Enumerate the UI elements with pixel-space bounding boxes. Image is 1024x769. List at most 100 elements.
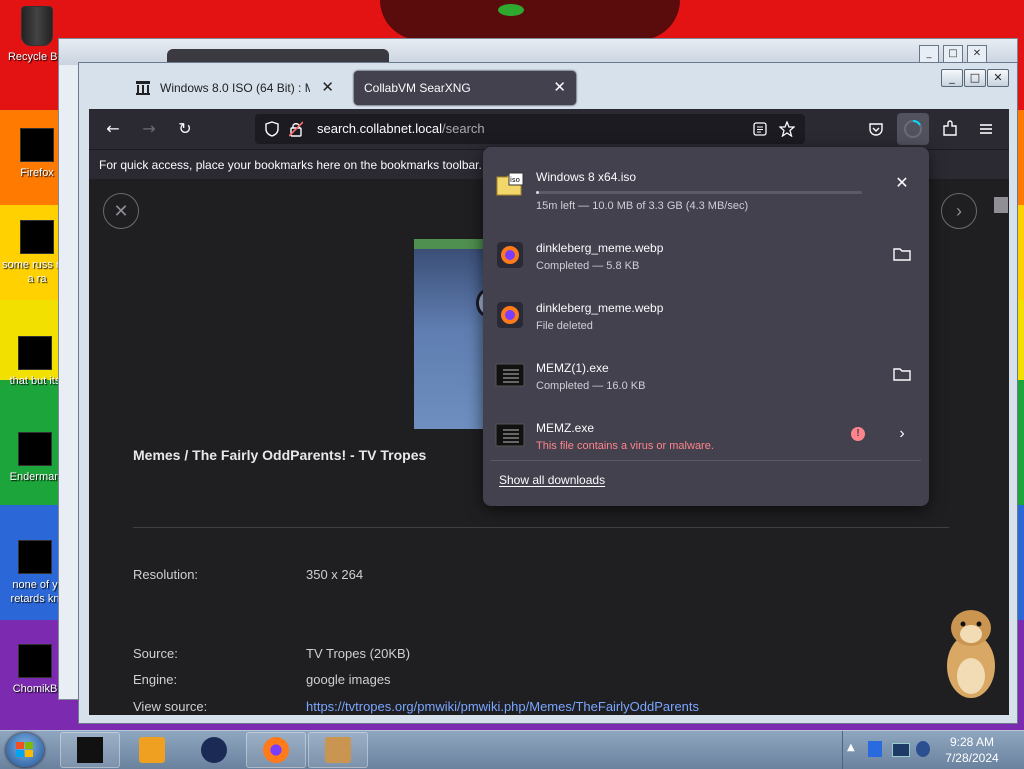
download-status: Completed — 16.0 KB (536, 380, 646, 392)
reload-icon[interactable]: ↻ (173, 117, 197, 141)
maximize-icon[interactable]: □ (964, 69, 986, 87)
tray-separator (842, 731, 843, 769)
url-host: search.collabnet.local (317, 121, 443, 136)
navigation-toolbar: ← → ↻ search.collabnet.local/search (89, 109, 1009, 149)
clock-time: 9:28 AM (949, 735, 995, 749)
download-progress-fill (536, 191, 540, 194)
tray-expand-icon[interactable]: ▲ (847, 742, 855, 753)
engine-label: Engine: (133, 672, 178, 687)
taskbar-item-vm[interactable] (60, 732, 120, 768)
reader-view-icon[interactable] (753, 122, 767, 136)
download-item[interactable]: MEMZ(1).exe Completed — 16.0 KB (491, 346, 921, 404)
close-icon[interactable]: ✕ (987, 69, 1009, 87)
download-item[interactable]: dinkleberg_meme.webp File deleted (491, 286, 921, 344)
folder-icon[interactable] (891, 363, 913, 385)
divider (133, 527, 949, 528)
tab-close-icon[interactable]: ✕ (553, 71, 566, 105)
firefox-file-icon (497, 242, 523, 268)
minimize-icon[interactable]: _ (919, 45, 939, 63)
close-detail-button[interactable]: ✕ (103, 193, 139, 229)
tab-label: Windows 8.0 ISO (64 Bit) : Micro (160, 81, 310, 95)
download-status: This file contains a virus or malware. (536, 440, 714, 452)
download-status: 15m left — 10.0 MB of 3.3 GB (4.3 MB/sec… (536, 200, 749, 212)
menu-hamburger-icon[interactable] (978, 121, 994, 137)
firefox-file-icon (497, 302, 523, 328)
archive-org-icon (136, 81, 150, 95)
result-title[interactable]: Memes / The Fairly OddParents! - TV Trop… (133, 447, 426, 463)
view-source-label: View source: (133, 699, 208, 714)
download-name: dinkleberg_meme.webp (536, 301, 664, 315)
resolution-value: 350 x 264 (306, 567, 364, 582)
taskbar-item-firefox[interactable] (246, 732, 306, 768)
tab-windows-iso[interactable]: Windows 8.0 ISO (64 Bit) : Micro ✕ (124, 71, 344, 105)
download-name: MEMZ.exe (536, 421, 595, 435)
bookmarks-hint: For quick access, place your bookmarks h… (99, 150, 495, 180)
engine-value: google images (306, 672, 391, 687)
hamster-desktop-pet[interactable] (938, 604, 1004, 704)
file-icon (18, 540, 52, 574)
black-box-icon (77, 737, 103, 763)
system-clock[interactable]: 9:28 AM 7/28/2024 (930, 734, 1014, 766)
extensions-icon[interactable] (941, 120, 959, 138)
hamster-icon (325, 737, 351, 763)
scrollbar-thumb[interactable] (994, 197, 1008, 213)
tab-collabvm-searxng[interactable]: CollabVM SearXNG ✕ (354, 71, 576, 105)
download-status: Completed — 5.8 KB (536, 260, 640, 272)
download-name: Windows 8 x64.iso (536, 170, 637, 184)
svg-text:iso: iso (510, 176, 520, 184)
back-icon[interactable]: ← (101, 117, 125, 141)
download-item[interactable]: MEMZ.exe This file contains a virus or m… (491, 406, 921, 464)
download-name: MEMZ(1).exe (536, 361, 609, 375)
exe-file-icon (495, 423, 525, 447)
start-button[interactable] (6, 733, 44, 767)
file-icon (18, 336, 52, 370)
malware-warning-icon: ! (851, 427, 865, 441)
tray-app-icon[interactable] (868, 741, 882, 757)
download-progress-bar (536, 191, 862, 194)
taskbar-item-media[interactable] (122, 732, 182, 768)
show-all-downloads-button[interactable]: Show all downloads (499, 473, 605, 487)
url-bar[interactable]: search.collabnet.local/search (255, 114, 805, 144)
tab-label: CollabVM SearXNG (364, 81, 471, 95)
downloads-separator (491, 460, 921, 461)
insecure-lock-icon[interactable] (289, 121, 303, 137)
firefox-icon (263, 737, 289, 763)
taskbar-item-globe[interactable] (184, 732, 244, 768)
downloads-panel: iso Windows 8 x64.iso 15m left — 10.0 MB… (483, 147, 929, 506)
source-value: TV Tropes (20KB) (306, 646, 411, 661)
download-status: File deleted (536, 320, 593, 332)
wallpaper-eyes (498, 4, 524, 16)
taskbar-item-chomikbox[interactable] (308, 732, 368, 768)
download-item[interactable]: iso Windows 8 x64.iso 15m left — 10.0 MB… (491, 155, 921, 213)
firefox-icon (20, 128, 54, 162)
resolution-label: Resolution: (133, 567, 199, 582)
bookmarks-hint-text: For quick access, place your bookmarks h… (99, 158, 482, 172)
view-source-link[interactable]: https://tvtropes.org/pmwiki/pmwiki.php/M… (306, 699, 699, 714)
clock-date: 7/28/2024 (945, 751, 999, 765)
cancel-download-icon[interactable]: ✕ (891, 173, 913, 195)
close-icon[interactable]: ✕ (967, 45, 987, 63)
taskbar: ▲ 9:28 AM 7/28/2024 (0, 730, 1024, 769)
tab-close-icon[interactable]: ✕ (321, 71, 334, 105)
url-text: search.collabnet.local/search (317, 114, 485, 144)
folder-icon[interactable] (891, 243, 913, 265)
volume-icon[interactable] (916, 741, 930, 757)
shield-icon[interactable] (265, 121, 279, 137)
download-progress-icon (904, 119, 922, 138)
network-icon[interactable] (892, 743, 910, 757)
pocket-icon[interactable] (868, 121, 884, 137)
download-item[interactable]: dinkleberg_meme.webp Completed — 5.8 KB (491, 226, 921, 284)
forward-icon[interactable]: → (137, 117, 161, 141)
exe-file-icon (495, 363, 525, 387)
media-player-icon (139, 737, 165, 763)
minimize-icon[interactable]: _ (941, 69, 963, 87)
hamster-icon (18, 644, 52, 678)
bookmark-star-icon[interactable] (779, 121, 795, 137)
maximize-icon[interactable]: □ (943, 45, 963, 63)
next-result-button[interactable]: › (941, 193, 977, 229)
downloads-button[interactable] (897, 113, 929, 145)
recycle-bin-icon (21, 6, 53, 46)
file-icon (20, 220, 54, 254)
chevron-right-icon[interactable]: › (891, 423, 913, 445)
download-name: dinkleberg_meme.webp (536, 241, 664, 255)
